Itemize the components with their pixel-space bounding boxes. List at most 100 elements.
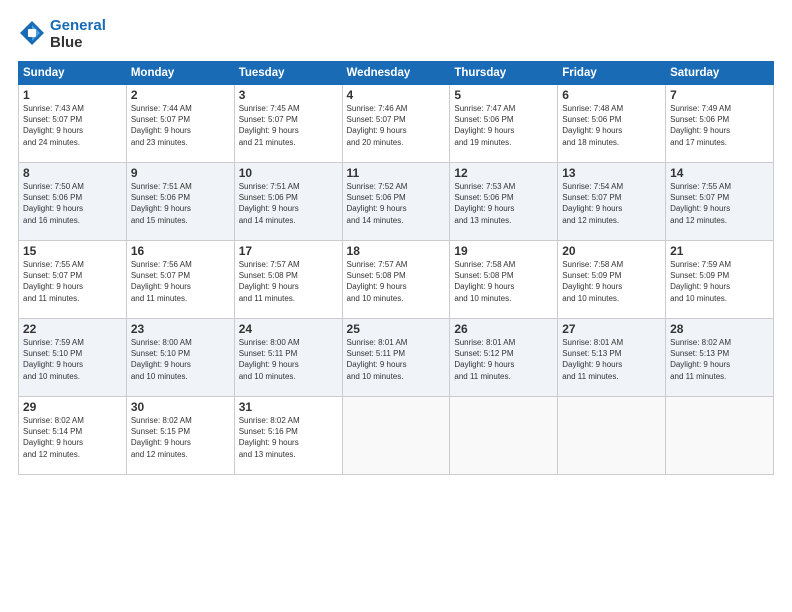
day-number: 13 bbox=[562, 166, 661, 180]
day-detail: Sunrise: 7:45 AM Sunset: 5:07 PM Dayligh… bbox=[239, 103, 338, 148]
column-header-wednesday: Wednesday bbox=[342, 62, 450, 85]
day-number: 30 bbox=[131, 400, 230, 414]
day-number: 11 bbox=[347, 166, 446, 180]
calendar-cell: 11Sunrise: 7:52 AM Sunset: 5:06 PM Dayli… bbox=[342, 163, 450, 241]
day-number: 25 bbox=[347, 322, 446, 336]
day-detail: Sunrise: 8:01 AM Sunset: 5:12 PM Dayligh… bbox=[454, 337, 553, 382]
day-number: 22 bbox=[23, 322, 122, 336]
day-detail: Sunrise: 7:58 AM Sunset: 5:09 PM Dayligh… bbox=[562, 259, 661, 304]
day-number: 28 bbox=[670, 322, 769, 336]
day-detail: Sunrise: 8:02 AM Sunset: 5:13 PM Dayligh… bbox=[670, 337, 769, 382]
day-number: 7 bbox=[670, 88, 769, 102]
day-detail: Sunrise: 7:44 AM Sunset: 5:07 PM Dayligh… bbox=[131, 103, 230, 148]
day-detail: Sunrise: 7:55 AM Sunset: 5:07 PM Dayligh… bbox=[23, 259, 122, 304]
day-number: 21 bbox=[670, 244, 769, 258]
calendar-cell bbox=[666, 397, 774, 475]
calendar-cell: 4Sunrise: 7:46 AM Sunset: 5:07 PM Daylig… bbox=[342, 85, 450, 163]
calendar-cell: 21Sunrise: 7:59 AM Sunset: 5:09 PM Dayli… bbox=[666, 241, 774, 319]
day-number: 24 bbox=[239, 322, 338, 336]
calendar-cell: 14Sunrise: 7:55 AM Sunset: 5:07 PM Dayli… bbox=[666, 163, 774, 241]
day-number: 2 bbox=[131, 88, 230, 102]
column-header-saturday: Saturday bbox=[666, 62, 774, 85]
column-header-tuesday: Tuesday bbox=[234, 62, 342, 85]
day-detail: Sunrise: 7:57 AM Sunset: 5:08 PM Dayligh… bbox=[239, 259, 338, 304]
day-number: 18 bbox=[347, 244, 446, 258]
calendar-cell bbox=[558, 397, 666, 475]
calendar-cell: 31Sunrise: 8:02 AM Sunset: 5:16 PM Dayli… bbox=[234, 397, 342, 475]
day-number: 20 bbox=[562, 244, 661, 258]
day-number: 3 bbox=[239, 88, 338, 102]
calendar-cell: 6Sunrise: 7:48 AM Sunset: 5:06 PM Daylig… bbox=[558, 85, 666, 163]
calendar-cell: 15Sunrise: 7:55 AM Sunset: 5:07 PM Dayli… bbox=[19, 241, 127, 319]
calendar-cell bbox=[450, 397, 558, 475]
calendar-cell: 22Sunrise: 7:59 AM Sunset: 5:10 PM Dayli… bbox=[19, 319, 127, 397]
day-number: 5 bbox=[454, 88, 553, 102]
day-detail: Sunrise: 7:53 AM Sunset: 5:06 PM Dayligh… bbox=[454, 181, 553, 226]
calendar-cell: 23Sunrise: 8:00 AM Sunset: 5:10 PM Dayli… bbox=[126, 319, 234, 397]
logo-icon bbox=[18, 19, 46, 47]
calendar-cell: 3Sunrise: 7:45 AM Sunset: 5:07 PM Daylig… bbox=[234, 85, 342, 163]
week-row-4: 22Sunrise: 7:59 AM Sunset: 5:10 PM Dayli… bbox=[19, 319, 774, 397]
day-detail: Sunrise: 7:49 AM Sunset: 5:06 PM Dayligh… bbox=[670, 103, 769, 148]
day-number: 6 bbox=[562, 88, 661, 102]
day-number: 12 bbox=[454, 166, 553, 180]
day-number: 10 bbox=[239, 166, 338, 180]
calendar-cell: 19Sunrise: 7:58 AM Sunset: 5:08 PM Dayli… bbox=[450, 241, 558, 319]
day-detail: Sunrise: 7:48 AM Sunset: 5:06 PM Dayligh… bbox=[562, 103, 661, 148]
calendar-cell: 9Sunrise: 7:51 AM Sunset: 5:06 PM Daylig… bbox=[126, 163, 234, 241]
calendar-cell: 1Sunrise: 7:43 AM Sunset: 5:07 PM Daylig… bbox=[19, 85, 127, 163]
day-detail: Sunrise: 8:02 AM Sunset: 5:14 PM Dayligh… bbox=[23, 415, 122, 460]
day-number: 14 bbox=[670, 166, 769, 180]
calendar-cell: 2Sunrise: 7:44 AM Sunset: 5:07 PM Daylig… bbox=[126, 85, 234, 163]
calendar-cell: 26Sunrise: 8:01 AM Sunset: 5:12 PM Dayli… bbox=[450, 319, 558, 397]
day-detail: Sunrise: 7:58 AM Sunset: 5:08 PM Dayligh… bbox=[454, 259, 553, 304]
day-detail: Sunrise: 8:01 AM Sunset: 5:11 PM Dayligh… bbox=[347, 337, 446, 382]
day-number: 31 bbox=[239, 400, 338, 414]
day-detail: Sunrise: 8:02 AM Sunset: 5:15 PM Dayligh… bbox=[131, 415, 230, 460]
day-number: 9 bbox=[131, 166, 230, 180]
column-header-friday: Friday bbox=[558, 62, 666, 85]
day-detail: Sunrise: 7:43 AM Sunset: 5:07 PM Dayligh… bbox=[23, 103, 122, 148]
day-detail: Sunrise: 7:51 AM Sunset: 5:06 PM Dayligh… bbox=[239, 181, 338, 226]
column-header-thursday: Thursday bbox=[450, 62, 558, 85]
day-detail: Sunrise: 8:02 AM Sunset: 5:16 PM Dayligh… bbox=[239, 415, 338, 460]
calendar-cell: 8Sunrise: 7:50 AM Sunset: 5:06 PM Daylig… bbox=[19, 163, 127, 241]
calendar-cell: 20Sunrise: 7:58 AM Sunset: 5:09 PM Dayli… bbox=[558, 241, 666, 319]
day-number: 29 bbox=[23, 400, 122, 414]
calendar-cell: 5Sunrise: 7:47 AM Sunset: 5:06 PM Daylig… bbox=[450, 85, 558, 163]
calendar-cell: 7Sunrise: 7:49 AM Sunset: 5:06 PM Daylig… bbox=[666, 85, 774, 163]
calendar-cell bbox=[342, 397, 450, 475]
day-detail: Sunrise: 7:52 AM Sunset: 5:06 PM Dayligh… bbox=[347, 181, 446, 226]
day-detail: Sunrise: 7:56 AM Sunset: 5:07 PM Dayligh… bbox=[131, 259, 230, 304]
calendar-page: General Blue SundayMondayTuesdayWednesda… bbox=[0, 0, 792, 612]
day-detail: Sunrise: 7:54 AM Sunset: 5:07 PM Dayligh… bbox=[562, 181, 661, 226]
column-header-sunday: Sunday bbox=[19, 62, 127, 85]
day-detail: Sunrise: 8:01 AM Sunset: 5:13 PM Dayligh… bbox=[562, 337, 661, 382]
day-number: 26 bbox=[454, 322, 553, 336]
week-row-2: 8Sunrise: 7:50 AM Sunset: 5:06 PM Daylig… bbox=[19, 163, 774, 241]
week-row-1: 1Sunrise: 7:43 AM Sunset: 5:07 PM Daylig… bbox=[19, 85, 774, 163]
day-number: 19 bbox=[454, 244, 553, 258]
calendar-cell: 17Sunrise: 7:57 AM Sunset: 5:08 PM Dayli… bbox=[234, 241, 342, 319]
day-number: 23 bbox=[131, 322, 230, 336]
calendar-cell: 29Sunrise: 8:02 AM Sunset: 5:14 PM Dayli… bbox=[19, 397, 127, 475]
day-number: 15 bbox=[23, 244, 122, 258]
logo-text: General Blue bbox=[50, 18, 106, 51]
day-detail: Sunrise: 7:59 AM Sunset: 5:10 PM Dayligh… bbox=[23, 337, 122, 382]
calendar-table: SundayMondayTuesdayWednesdayThursdayFrid… bbox=[18, 61, 774, 475]
calendar-cell: 18Sunrise: 7:57 AM Sunset: 5:08 PM Dayli… bbox=[342, 241, 450, 319]
calendar-cell: 24Sunrise: 8:00 AM Sunset: 5:11 PM Dayli… bbox=[234, 319, 342, 397]
day-detail: Sunrise: 7:57 AM Sunset: 5:08 PM Dayligh… bbox=[347, 259, 446, 304]
day-detail: Sunrise: 7:55 AM Sunset: 5:07 PM Dayligh… bbox=[670, 181, 769, 226]
calendar-cell: 10Sunrise: 7:51 AM Sunset: 5:06 PM Dayli… bbox=[234, 163, 342, 241]
calendar-cell: 16Sunrise: 7:56 AM Sunset: 5:07 PM Dayli… bbox=[126, 241, 234, 319]
calendar-cell: 13Sunrise: 7:54 AM Sunset: 5:07 PM Dayli… bbox=[558, 163, 666, 241]
day-number: 4 bbox=[347, 88, 446, 102]
day-detail: Sunrise: 7:59 AM Sunset: 5:09 PM Dayligh… bbox=[670, 259, 769, 304]
calendar-cell: 25Sunrise: 8:01 AM Sunset: 5:11 PM Dayli… bbox=[342, 319, 450, 397]
day-number: 27 bbox=[562, 322, 661, 336]
header-row: SundayMondayTuesdayWednesdayThursdayFrid… bbox=[19, 62, 774, 85]
day-number: 17 bbox=[239, 244, 338, 258]
column-header-monday: Monday bbox=[126, 62, 234, 85]
day-detail: Sunrise: 7:46 AM Sunset: 5:07 PM Dayligh… bbox=[347, 103, 446, 148]
